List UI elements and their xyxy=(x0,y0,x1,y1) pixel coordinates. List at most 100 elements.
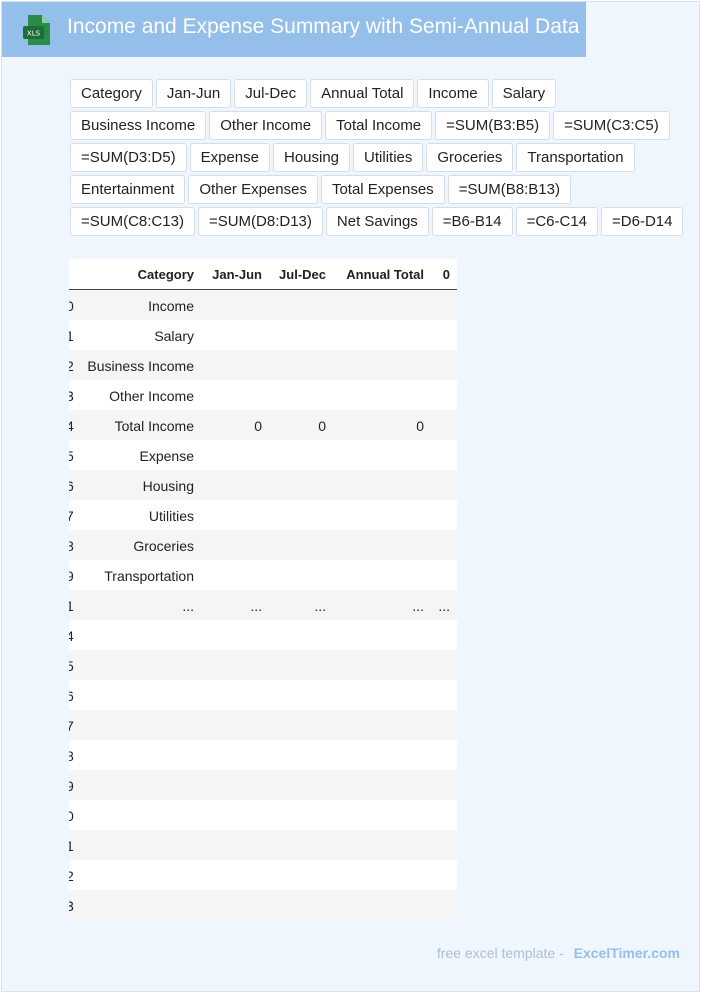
row-index: 1 xyxy=(69,328,74,344)
cell-chip[interactable]: Transportation xyxy=(516,143,635,172)
data-table: Category Jan-Jun Jul-Dec Annual Total 0 … xyxy=(69,259,457,921)
table-row: 9 Transportation xyxy=(69,560,457,590)
column-header-zero: 0 xyxy=(442,267,450,282)
row-index: 7 xyxy=(69,508,74,524)
cell-chip[interactable]: =SUM(C8:C13) xyxy=(70,207,195,236)
row-index: 4 xyxy=(69,628,74,644)
cell-category: Transportation xyxy=(104,568,194,584)
title-banner: XLS Income and Expense Summary with Semi… xyxy=(2,2,586,57)
row-index: 9 xyxy=(69,778,74,794)
cell-jul-dec: 0 xyxy=(318,418,326,434)
cell-chip-list: Category Jan-Jun Jul-Dec Annual Total Income… xyxy=(70,79,694,236)
cell-category: Utilities xyxy=(148,508,194,524)
row-index: 1 xyxy=(69,838,74,854)
column-header-category: Category xyxy=(137,267,194,282)
cell-chip[interactable]: Total Expenses xyxy=(320,175,445,204)
row-index: 0 xyxy=(69,808,74,824)
cell-chip[interactable]: Other Expenses xyxy=(188,175,318,204)
cell-category: Business Income xyxy=(87,358,194,374)
table-row: 5 xyxy=(69,650,457,680)
column-header-jan-jun: Jan-Jun xyxy=(212,267,262,282)
cell-chip[interactable]: Jan-Jun xyxy=(155,79,232,108)
row-index: 3 xyxy=(69,388,74,404)
cell-jul-dec: ... xyxy=(314,598,326,614)
table-row: 8 xyxy=(69,740,457,770)
cell-jan-jun: ... xyxy=(250,598,262,614)
row-index: 8 xyxy=(69,538,74,554)
table-row: 5 Expense xyxy=(69,440,457,470)
table-row: 6 Housing xyxy=(69,470,457,500)
footer-lead-text: free excel template - xyxy=(436,945,564,961)
page-title: Income and Expense Summary with Semi-Ann… xyxy=(67,15,580,38)
cell-chip[interactable]: Entertainment xyxy=(70,175,186,204)
cell-chip[interactable]: =D6-D14 xyxy=(601,207,684,236)
excel-file-icon: XLS xyxy=(23,15,50,45)
column-header-jul-dec: Jul-Dec xyxy=(279,267,326,282)
table-row: 1............... xyxy=(69,590,457,620)
table-row: 4 Total Income 0 0 0 xyxy=(69,410,457,440)
table-row: 1 Salary xyxy=(69,320,457,350)
footer-credit: free excel template - ExcelTimer.com xyxy=(437,945,680,961)
table-header: Category Jan-Jun Jul-Dec Annual Total 0 xyxy=(69,259,457,290)
table-row: 8 Groceries xyxy=(69,530,457,560)
row-index: 2 xyxy=(69,868,74,884)
cell-chip[interactable]: =SUM(B3:B5) xyxy=(435,111,551,140)
table-row: 7 Utilities xyxy=(69,500,457,530)
table-row: 0 Income xyxy=(69,290,457,320)
table-row: 4 xyxy=(69,620,457,650)
row-index: 6 xyxy=(69,688,74,704)
cell-chip[interactable]: Expense xyxy=(189,143,270,172)
cell-chip[interactable]: =SUM(D3:D5) xyxy=(70,143,187,172)
cell-chip[interactable]: Utilities xyxy=(353,143,424,172)
footer-brand-link[interactable]: ExcelTimer.com xyxy=(574,945,680,961)
cell-jan-jun: 0 xyxy=(254,418,262,434)
row-index: 3 xyxy=(69,898,74,914)
table-row: 2 Business Income xyxy=(69,350,457,380)
cell-annual-total: ... xyxy=(412,598,424,614)
row-index: 2 xyxy=(69,358,74,374)
cell-zero: ... xyxy=(438,598,450,614)
page-frame: XLS Income and Expense Summary with Semi… xyxy=(1,1,700,992)
cell-chip[interactable]: =SUM(C3:C5) xyxy=(553,111,670,140)
cell-chip[interactable]: =SUM(D8:D13) xyxy=(197,207,323,236)
cell-chip[interactable]: Groceries xyxy=(426,143,514,172)
table-row: 0 xyxy=(69,800,457,830)
cell-chip[interactable]: Total Income xyxy=(325,111,433,140)
row-index: 8 xyxy=(69,748,74,764)
table-row: 3 Other Income xyxy=(69,380,457,410)
table-row: 2 xyxy=(69,860,457,890)
cell-category: Groceries xyxy=(133,538,194,554)
cell-chip[interactable]: Other Income xyxy=(209,111,323,140)
cell-chip[interactable]: Business Income xyxy=(70,111,207,140)
cell-chip[interactable]: =C6-C14 xyxy=(515,207,599,236)
cell-chip[interactable]: =SUM(B8:B13) xyxy=(447,175,571,204)
cell-category: Total Income xyxy=(114,418,194,434)
cell-chip[interactable]: Income xyxy=(417,79,489,108)
table-row: 1 xyxy=(69,830,457,860)
row-index: 5 xyxy=(69,658,74,674)
table-row: 6 xyxy=(69,680,457,710)
table-body: 0 Income 1 Salary 2 Business Income 3 Other Inc… xyxy=(69,290,457,920)
row-index: 4 xyxy=(69,418,74,434)
cell-category: Salary xyxy=(154,328,194,344)
cell-chip[interactable]: Net Savings xyxy=(325,207,429,236)
row-index: 5 xyxy=(69,448,74,464)
excel-icon-label: XLS xyxy=(27,30,41,38)
table-row: 3 xyxy=(69,890,457,920)
cell-chip[interactable]: =B6-B14 xyxy=(431,207,513,236)
cell-category: Expense xyxy=(139,448,194,464)
cell-annual-total: 0 xyxy=(416,418,424,434)
cell-chip[interactable]: Salary xyxy=(491,79,557,108)
cell-category: Housing xyxy=(142,478,194,494)
cell-chip[interactable]: Jul-Dec xyxy=(234,79,308,108)
row-index: 7 xyxy=(69,718,74,734)
cell-chip[interactable]: Housing xyxy=(272,143,351,172)
table-row: 9 xyxy=(69,770,457,800)
row-index: 0 xyxy=(69,298,74,314)
column-header-annual-total: Annual Total xyxy=(346,267,424,282)
cell-chip[interactable]: Annual Total xyxy=(310,79,415,108)
cell-chip[interactable]: Category xyxy=(70,79,153,108)
row-index: 9 xyxy=(69,568,74,584)
cell-category: Other Income xyxy=(109,388,194,404)
cell-category: Income xyxy=(148,298,194,314)
